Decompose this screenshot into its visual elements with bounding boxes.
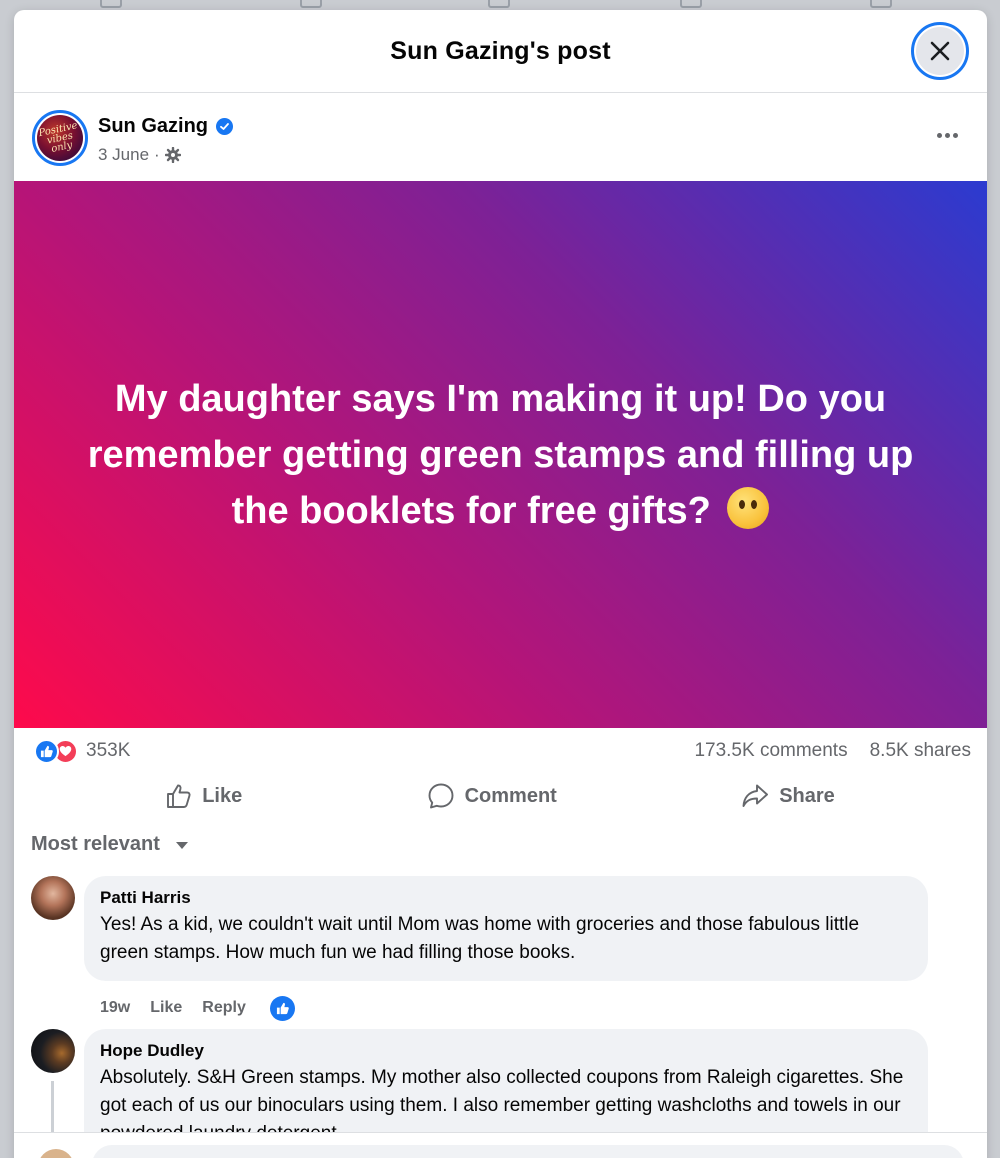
share-arrow-icon [742,784,769,807]
dot-icon [944,132,950,138]
page-avatar[interactable]: Positive vibes only [32,110,88,166]
commenter-name[interactable]: Hope Dudley [100,1041,912,1061]
comment-like-link[interactable]: Like [150,999,182,1017]
dialog-header: Sun Gazing's post [14,10,987,93]
comment-bubble-icon [428,783,454,809]
reactions-summary: 353K 173.5K comments 8.5K shares [14,728,987,774]
like-button[interactable]: Like [154,779,254,813]
comment-actions: 19w Like Reply [84,981,987,1025]
post-date[interactable]: 3 June [98,145,149,165]
post-text-card: My daughter says I'm making it up! Do yo… [14,181,987,728]
dialog-title: Sun Gazing's post [390,36,611,65]
thumbs-up-icon [167,784,191,808]
comment-bubble: Patti Harris Yes! As a kid, we couldn't … [84,876,928,981]
thinking-face-icon [727,486,770,529]
comment-age[interactable]: 19w [100,999,130,1017]
meta-separator: · [154,145,160,164]
reaction-count-group[interactable]: 353K [34,738,130,764]
author-name[interactable]: Sun Gazing [98,115,208,138]
commenter-name[interactable]: Patti Harris [100,888,912,908]
share-button-label: Share [779,784,835,807]
comment-sort-dropdown[interactable]: Most relevant [14,818,987,870]
avatar-logo-text: Positive vibes only [37,119,79,155]
comment-text: Yes! As a kid, we couldn't wait until Mo… [100,914,860,963]
post-meta: 3 June · [98,145,181,165]
share-button[interactable]: Share [729,779,847,813]
post-header: Positive vibes only Sun Gazing 3 June · [14,93,987,181]
dot-icon [952,132,958,138]
background-marketplace-icon [488,0,510,8]
reaction-count[interactable]: 353K [86,740,130,762]
close-button[interactable] [911,22,969,80]
caret-down-icon [175,842,188,849]
post-text: My daughter says I'm making it up! Do yo… [54,371,947,539]
reply-thread-line [51,1081,54,1139]
dot-icon [936,132,942,138]
current-user-avatar [38,1149,74,1158]
verified-badge-icon [216,118,233,135]
background-gaming-icon [870,0,892,8]
background-video-icon [300,0,322,8]
commenter-avatar[interactable] [31,1029,75,1073]
post-author[interactable]: Sun Gazing [98,115,233,138]
more-options-button[interactable] [929,123,965,147]
comment-composer [14,1132,987,1158]
comments-count[interactable]: 173.5K comments [694,740,847,762]
sort-label: Most relevant [31,832,160,855]
comment-item: Hope Dudley Absolutely. S&H Green stamps… [14,1029,987,1139]
comment-reply-link[interactable]: Reply [202,999,246,1017]
comment-button[interactable]: Comment [415,778,569,814]
commenter-avatar[interactable] [31,876,75,920]
comment-input[interactable] [92,1145,964,1158]
engagement-counts: 173.5K comments 8.5K shares [694,740,971,762]
reaction-icons [34,738,78,764]
avatar-logo: Positive vibes only [37,115,83,161]
gear-icon [164,147,181,163]
comment-bubble: Hope Dudley Absolutely. S&H Green stamps… [84,1029,928,1139]
post-body: My daughter says I'm making it up! Do yo… [87,377,914,532]
comment-item: Patti Harris Yes! As a kid, we couldn't … [14,876,987,1025]
like-reaction-icon [34,738,59,764]
shares-count[interactable]: 8.5K shares [870,740,971,762]
comment-text: Absolutely. S&H Green stamps. My mother … [100,1067,904,1139]
close-icon [930,41,950,61]
background-groups-icon [680,0,702,8]
like-button-label: Like [202,784,243,807]
comment-like-reaction-icon [269,995,295,1021]
background-home-icon [100,0,122,8]
post-dialog: Sun Gazing's post Positive vibes only Su… [14,10,987,1158]
action-bar: Like Comment Share [14,774,987,818]
comment-button-label: Comment [464,784,557,807]
